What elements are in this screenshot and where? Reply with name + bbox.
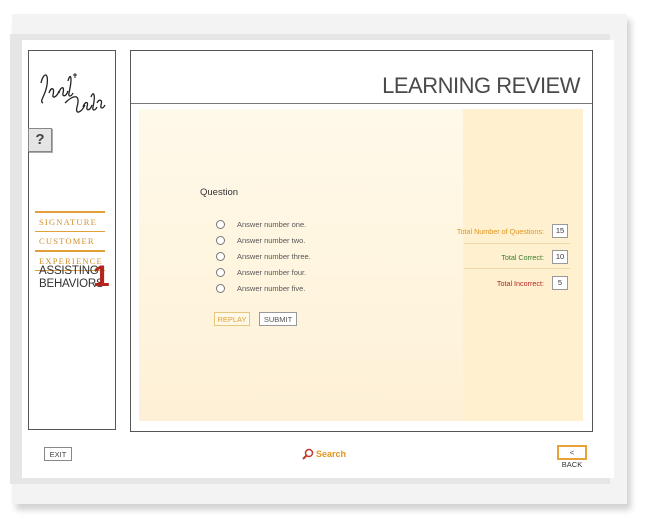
radio-button[interactable] bbox=[216, 220, 225, 229]
answer-text: Answer number five. bbox=[237, 284, 306, 293]
page-title: LEARNING REVIEW bbox=[382, 73, 580, 98]
replay-button[interactable]: REPLAY bbox=[214, 312, 250, 326]
sidebar: SIGNATURE CUSTOMER EXPERIENCE ASSISTING … bbox=[28, 50, 116, 430]
customer-word: CUSTOMER bbox=[39, 236, 95, 246]
radio-button[interactable] bbox=[216, 252, 225, 261]
signature-word: SIGNATURE bbox=[39, 216, 98, 227]
answer-text: Answer number two. bbox=[237, 236, 306, 245]
total-questions-label: Total Number of Questions: bbox=[456, 227, 544, 236]
magnifier-icon bbox=[302, 448, 314, 460]
total-questions-value: 15 bbox=[552, 224, 568, 238]
back-button[interactable]: < BACK bbox=[557, 445, 587, 469]
stats-divider bbox=[464, 268, 570, 269]
stats-divider bbox=[464, 243, 570, 244]
question-mark-icon: ? bbox=[28, 128, 52, 152]
answer-option-2[interactable]: Answer number two. bbox=[216, 236, 305, 245]
total-correct-value: 10 bbox=[552, 250, 568, 264]
answer-text: Answer number one. bbox=[237, 220, 307, 229]
answer-option-5[interactable]: Answer number five. bbox=[216, 284, 305, 293]
stats-panel bbox=[463, 109, 583, 421]
search-link[interactable]: Search bbox=[302, 448, 346, 460]
radio-button[interactable] bbox=[216, 284, 225, 293]
answer-text: Answer number three. bbox=[237, 252, 311, 261]
question-label: Question bbox=[200, 187, 239, 198]
answer-option-3[interactable]: Answer number three. bbox=[216, 252, 311, 261]
total-incorrect-label: Total Incorrect: bbox=[496, 279, 544, 288]
total-incorrect-value: 5 bbox=[552, 276, 568, 290]
radio-button[interactable] bbox=[216, 268, 225, 277]
main-panel: LEARNING REVIEW bbox=[130, 50, 593, 432]
search-label: Search bbox=[316, 449, 347, 459]
course-number: 1 bbox=[93, 260, 110, 293]
total-correct-label: Total Correct: bbox=[501, 253, 544, 262]
answer-text: Answer number four. bbox=[237, 268, 307, 277]
radio-button[interactable] bbox=[216, 236, 225, 245]
header-divider bbox=[131, 103, 592, 104]
answer-option-4[interactable]: Answer number four. bbox=[216, 268, 306, 277]
submit-button[interactable]: SUBMIT bbox=[259, 312, 297, 326]
brand-logo bbox=[35, 63, 111, 123]
question-area bbox=[139, 109, 463, 421]
answer-option-1[interactable]: Answer number one. bbox=[216, 220, 306, 229]
exit-button[interactable]: EXIT bbox=[44, 447, 72, 461]
